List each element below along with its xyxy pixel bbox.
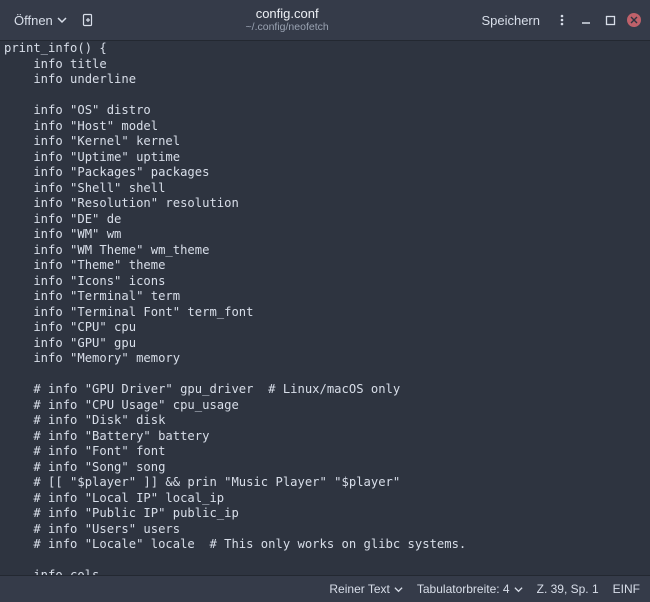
open-button-label: Öffnen (14, 13, 53, 28)
kebab-menu-icon (555, 13, 569, 27)
tab-width-selector[interactable]: Tabulatorbreite: 4 (417, 582, 523, 596)
chevron-down-icon (394, 585, 403, 594)
insert-mode-label: EINF (613, 582, 640, 596)
title-block: config.conf ~/.config/neofetch (101, 7, 474, 34)
document-path: ~/.config/neofetch (101, 21, 474, 33)
header-bar: Öffnen config.conf ~/.config/neofetch Sp… (0, 0, 650, 41)
cursor-position-label: Z. 39, Sp. 1 (537, 582, 599, 596)
cursor-position[interactable]: Z. 39, Sp. 1 (537, 582, 599, 596)
hamburger-menu-button[interactable] (552, 10, 572, 30)
save-button[interactable]: Speichern (473, 9, 548, 32)
maximize-icon (605, 15, 616, 26)
minimize-icon (580, 14, 592, 26)
new-document-icon (81, 13, 95, 27)
document-title: config.conf (101, 7, 474, 22)
chevron-down-icon (57, 15, 67, 25)
insert-mode[interactable]: EINF (613, 582, 640, 596)
editor-window: Öffnen config.conf ~/.config/neofetch Sp… (0, 0, 650, 602)
tab-width-label: Tabulatorbreite: 4 (417, 582, 510, 596)
minimize-button[interactable] (576, 10, 596, 30)
syntax-mode-selector[interactable]: Reiner Text (329, 582, 402, 596)
save-button-label: Speichern (481, 13, 540, 28)
source-code: print_info() { info title info underline… (0, 41, 650, 575)
status-bar: Reiner Text Tabulatorbreite: 4 Z. 39, Sp… (0, 575, 650, 602)
new-tab-button[interactable] (75, 9, 101, 31)
close-icon (627, 13, 641, 27)
chevron-down-icon (514, 585, 523, 594)
syntax-mode-label: Reiner Text (329, 582, 389, 596)
text-editor-area[interactable]: print_info() { info title info underline… (0, 41, 650, 575)
open-button[interactable]: Öffnen (6, 9, 75, 32)
close-button[interactable] (624, 10, 644, 30)
maximize-button[interactable] (600, 10, 620, 30)
